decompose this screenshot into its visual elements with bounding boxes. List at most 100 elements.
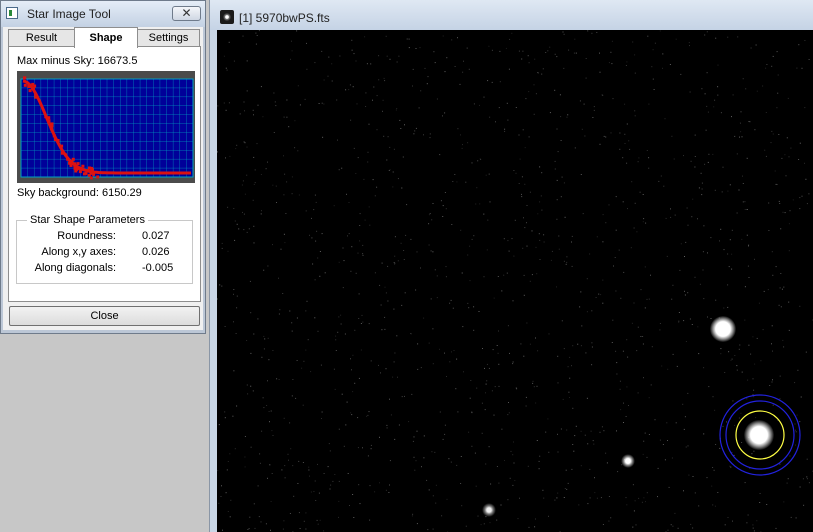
noise-pixel [250, 446, 252, 448]
noise-pixel [295, 397, 297, 399]
bright-star[interactable] [710, 316, 736, 342]
noise-pixel [423, 435, 425, 437]
noise-pixel [783, 501, 785, 503]
noise-pixel [333, 368, 335, 370]
noise-pixel [694, 166, 696, 168]
noise-pixel [694, 276, 696, 278]
noise-pixel [289, 513, 291, 514]
noise-pixel [625, 497, 627, 499]
noise-pixel [762, 85, 764, 87]
noise-pixel [257, 104, 259, 106]
noise-pixel [368, 411, 370, 413]
sky-background-readout: Sky background: 6150.29 [17, 187, 142, 199]
noise-pixel [249, 280, 251, 282]
window-title: Star Image Tool [27, 7, 111, 21]
noise-pixel [669, 64, 671, 65]
noise-pixel [345, 89, 347, 91]
noise-pixel [439, 348, 440, 350]
noise-pixel [355, 173, 357, 174]
close-button[interactable]: Close [9, 306, 200, 326]
noise-pixel [591, 32, 593, 34]
noise-pixel [711, 485, 713, 487]
noise-pixel [392, 171, 394, 173]
noise-pixel [463, 371, 464, 373]
tab-result[interactable]: Result [8, 29, 75, 46]
noise-pixel [227, 206, 229, 208]
noise-pixel [758, 302, 760, 304]
noise-pixel [378, 364, 379, 366]
window-close-icon[interactable]: ✕ [172, 6, 201, 21]
noise-pixel [589, 497, 591, 499]
noise-pixel [580, 430, 582, 432]
noise-pixel [272, 350, 274, 351]
noise-pixel [336, 99, 338, 101]
title-bar[interactable]: Star Image Tool ✕ [1, 1, 205, 27]
star-image-canvas[interactable] [217, 30, 813, 532]
noise-pixel [566, 488, 568, 490]
noise-pixel [619, 388, 621, 390]
noise-pixel [521, 193, 522, 195]
noise-pixel [504, 128, 506, 130]
noise-pixel [272, 435, 274, 436]
noise-pixel [605, 452, 607, 454]
noise-pixel [684, 290, 685, 292]
noise-pixel [630, 247, 632, 249]
noise-pixel [615, 290, 617, 292]
noise-pixel [348, 233, 350, 235]
tab-settings[interactable]: Settings [137, 29, 200, 46]
noise-pixel [483, 96, 485, 98]
noise-pixel [370, 448, 372, 450]
noise-pixel [476, 387, 478, 389]
sky-annulus-outer-ring [719, 394, 801, 476]
noise-pixel [499, 81, 501, 83]
faint-star[interactable] [482, 503, 496, 517]
noise-pixel [308, 469, 310, 471]
noise-pixel [755, 44, 757, 46]
profile-sample-point [73, 166, 77, 170]
noise-pixel [233, 289, 235, 290]
noise-pixel [357, 157, 359, 159]
noise-pixel [624, 133, 626, 135]
noise-pixel [566, 116, 568, 118]
noise-pixel [444, 71, 446, 73]
noise-pixel [244, 110, 245, 112]
noise-pixel [659, 439, 661, 441]
noise-pixel [483, 213, 485, 215]
noise-pixel [337, 139, 338, 141]
noise-pixel [386, 427, 388, 429]
noise-pixel [780, 273, 782, 274]
image-title-bar[interactable]: [1] 5970bwPS.fts [210, 0, 813, 30]
noise-pixel [381, 262, 383, 264]
noise-pixel [671, 135, 673, 137]
noise-pixel [345, 424, 347, 426]
noise-pixel [586, 311, 588, 313]
noise-pixel [780, 228, 782, 230]
noise-pixel [248, 228, 250, 230]
faint-star[interactable] [621, 454, 635, 468]
noise-pixel [403, 250, 405, 251]
noise-pixel [772, 55, 774, 57]
noise-pixel [558, 248, 560, 250]
noise-pixel [564, 216, 566, 218]
noise-pixel [507, 240, 509, 242]
noise-pixel [765, 112, 767, 113]
noise-pixel [478, 311, 480, 312]
noise-pixel [372, 179, 374, 181]
noise-pixel [680, 73, 682, 75]
noise-pixel [806, 458, 808, 460]
noise-pixel [602, 279, 604, 281]
noise-pixel [331, 80, 333, 82]
noise-pixel [768, 230, 770, 231]
noise-pixel [549, 112, 551, 114]
noise-pixel [347, 473, 349, 474]
noise-pixel [610, 51, 612, 53]
noise-pixel [283, 194, 285, 196]
noise-pixel [467, 302, 469, 304]
noise-pixel [357, 252, 359, 254]
noise-pixel [594, 477, 595, 479]
noise-pixel [752, 527, 754, 529]
noise-pixel [514, 219, 516, 221]
noise-pixel [297, 483, 299, 484]
noise-pixel [313, 491, 315, 492]
tab-shape[interactable]: Shape [74, 27, 138, 48]
